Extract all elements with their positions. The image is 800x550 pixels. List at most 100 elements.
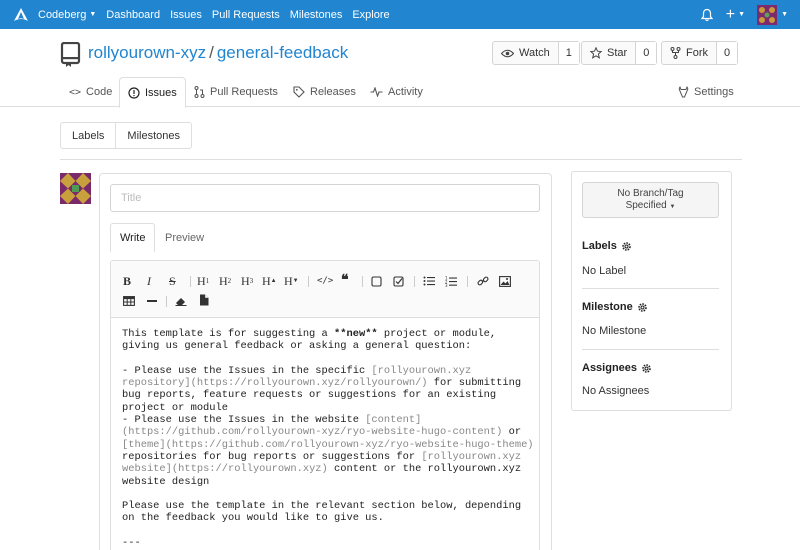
plus-icon: + (725, 5, 736, 23)
labels-heading[interactable]: Labels (582, 240, 632, 252)
svg-text:3: 3 (445, 283, 448, 287)
code-icon: <> (69, 86, 82, 98)
bell-icon[interactable] (700, 8, 714, 22)
code-icon[interactable]: </> (317, 273, 333, 289)
fork-icon (670, 47, 681, 59)
heading-bigger-icon[interactable]: H ▲ (262, 273, 277, 289)
quote-icon[interactable]: ❝ (341, 272, 349, 288)
checkbox-empty-icon[interactable] (371, 273, 382, 289)
markdown-editor: B I S H1 H2 H3 H ▲ H ▼ </> ❝ 123 This te… (110, 260, 540, 550)
labels-title: Labels (582, 240, 617, 252)
nav-milestones[interactable]: Milestones (290, 9, 343, 21)
body-line: Please use the template in the relevant … (122, 500, 522, 513)
body-line: repositories for bug reports or suggesti… (122, 450, 422, 463)
fork-label: Fork (686, 47, 708, 59)
top-nav: Codeberg ▼ Dashboard Issues Pull Requests… (0, 0, 800, 29)
ordered-list-icon[interactable]: 123 (445, 273, 457, 289)
table-icon[interactable] (123, 293, 135, 309)
body-url-text: (https://rollyourown.xyz) (171, 463, 328, 476)
brand-menu[interactable]: Codeberg ▼ (38, 9, 96, 21)
heading-1-icon[interactable]: H1 (197, 273, 209, 289)
nav-dashboard[interactable]: Dashboard (106, 9, 160, 21)
repo-separator: / (209, 43, 214, 62)
chevron-down-icon[interactable]: ▼ (781, 11, 788, 18)
tab-issues[interactable]: Issues (119, 77, 186, 108)
body-url-text: (https://github.com/rollyourown-xyz/ryo-… (165, 438, 534, 451)
divider (60, 159, 742, 160)
link-icon[interactable] (477, 273, 489, 289)
title-input[interactable] (110, 184, 540, 212)
fork-button[interactable]: Fork 0 (661, 41, 739, 65)
nav-issues[interactable]: Issues (170, 9, 202, 21)
user-avatar[interactable] (757, 4, 778, 25)
body-line: on the feedback you would like to give u… (122, 512, 384, 525)
tab-activity[interactable]: Activity (370, 77, 423, 107)
milestone-value: No Milestone (582, 325, 647, 337)
tab-write[interactable]: Write (110, 223, 156, 252)
new-issue-form: Write Preview B I S H1 H2 H3 H▲ H▼ </> ❝… (99, 173, 552, 550)
chevron-down-icon: ▼ (738, 11, 746, 18)
branch-select-button[interactable]: No Branch/Tag Specified ▼ (582, 182, 719, 218)
create-menu[interactable]: + ▼ (726, 6, 745, 24)
bold-icon[interactable]: B (123, 273, 131, 289)
chevron-down-icon: ▼ (669, 203, 676, 210)
assignees-heading[interactable]: Assignees (582, 362, 652, 374)
repo-owner-link[interactable]: rollyourown-xyz (88, 43, 206, 62)
codeberg-logo-icon[interactable] (12, 6, 30, 24)
body-line: content or the rollyourown.xyz (327, 463, 522, 476)
body-line: for submitting (427, 377, 522, 390)
tab-settings[interactable]: Settings (678, 77, 734, 107)
italic-icon[interactable]: I (147, 273, 151, 289)
unordered-list-icon[interactable] (423, 273, 435, 289)
labels-value: No Label (582, 265, 627, 277)
tab-code[interactable]: <> Code (69, 77, 112, 107)
tab-releases[interactable]: Releases (293, 77, 356, 107)
body-line: or (502, 426, 522, 439)
repo-header: rollyourown-xyz / general-feedback Watch 1… (60, 40, 744, 70)
gear-icon[interactable] (641, 363, 652, 374)
milestone-heading[interactable]: Milestone (582, 301, 648, 313)
gear-icon[interactable] (637, 302, 648, 313)
horizontal-rule-icon[interactable] (146, 293, 158, 309)
heading-2-icon[interactable]: H2 (219, 273, 231, 289)
star-count[interactable]: 0 (636, 42, 657, 64)
chevron-down-icon: ▼ (89, 11, 97, 19)
body-line: project or module, (377, 328, 497, 340)
heading-3-icon[interactable]: H3 (241, 273, 253, 289)
nav-explore[interactable]: Explore (352, 9, 389, 21)
tab-pull-requests[interactable]: Pull Requests (194, 77, 278, 107)
issue-body-textarea[interactable]: This template is for suggesting a **new*… (122, 328, 534, 549)
strikethrough-icon[interactable]: S (169, 273, 176, 289)
tag-icon (293, 86, 305, 98)
star-icon (590, 47, 602, 59)
tab-preview[interactable]: Preview (165, 223, 204, 252)
milestone-title: Milestone (582, 301, 633, 313)
repo-name-link[interactable]: general-feedback (217, 43, 348, 62)
milestones-button[interactable]: Milestones (115, 123, 191, 148)
body-url-text: (https://rollyourown.xyz/rollyourown/) (190, 377, 428, 390)
checkbox-checked-icon[interactable] (393, 273, 404, 289)
watch-label: Watch (519, 47, 550, 59)
body-bold-text: **new** (334, 328, 378, 340)
heading-smaller-icon[interactable]: H ▼ (284, 273, 299, 289)
body-url-text: (https://github.com/rollyourown-xyz/ryo-… (122, 426, 503, 439)
eraser-icon[interactable] (175, 293, 187, 309)
gear-icon[interactable] (621, 241, 632, 252)
star-button[interactable]: Star 0 (581, 41, 658, 65)
tab-code-label: Code (86, 86, 113, 98)
eye-icon (501, 49, 514, 57)
watch-button[interactable]: Watch 1 (492, 41, 580, 65)
body-link-text: repository] (122, 377, 191, 390)
labels-button[interactable]: Labels (61, 123, 115, 148)
assignees-value: No Assignees (582, 385, 650, 397)
image-icon[interactable] (499, 273, 511, 289)
nav-pull-requests[interactable]: Pull Requests (212, 9, 280, 21)
watch-count[interactable]: 1 (558, 42, 579, 64)
file-icon[interactable] (199, 292, 209, 308)
tab-settings-label: Settings (694, 86, 734, 98)
body-link-text: [rollyourown.xyz (371, 364, 472, 377)
body-line: website design (122, 475, 210, 488)
fork-count[interactable]: 0 (717, 42, 738, 64)
body-link-text: [content] (365, 414, 422, 427)
body-line: - Please use the Issues in the specific (122, 364, 372, 377)
